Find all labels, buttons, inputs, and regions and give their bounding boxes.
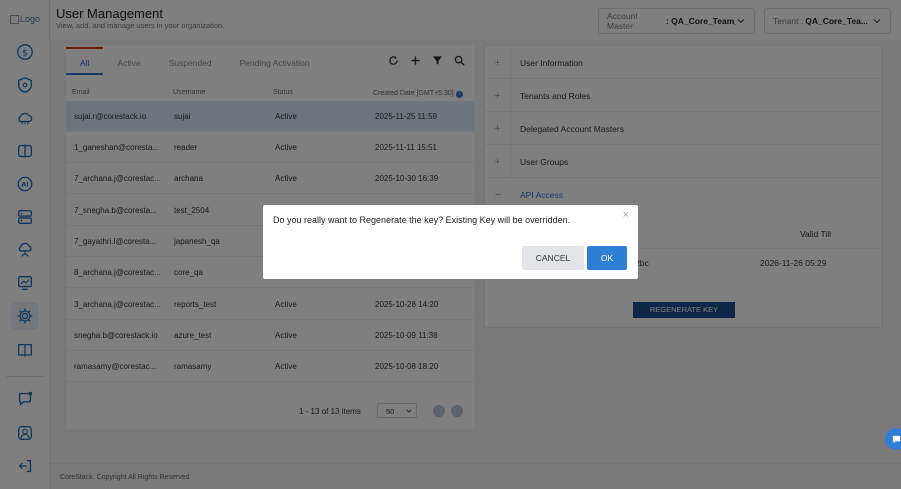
chat-bubble-icon: [892, 435, 900, 443]
close-icon[interactable]: ×: [623, 209, 629, 221]
ok-button[interactable]: OK: [587, 246, 627, 270]
chat-widget-button[interactable]: [885, 428, 901, 450]
confirm-dialog: Do you really want to Regenerate the key…: [263, 205, 638, 279]
dialog-message: Do you really want to Regenerate the key…: [273, 215, 571, 225]
cancel-button[interactable]: CANCEL: [522, 246, 584, 270]
